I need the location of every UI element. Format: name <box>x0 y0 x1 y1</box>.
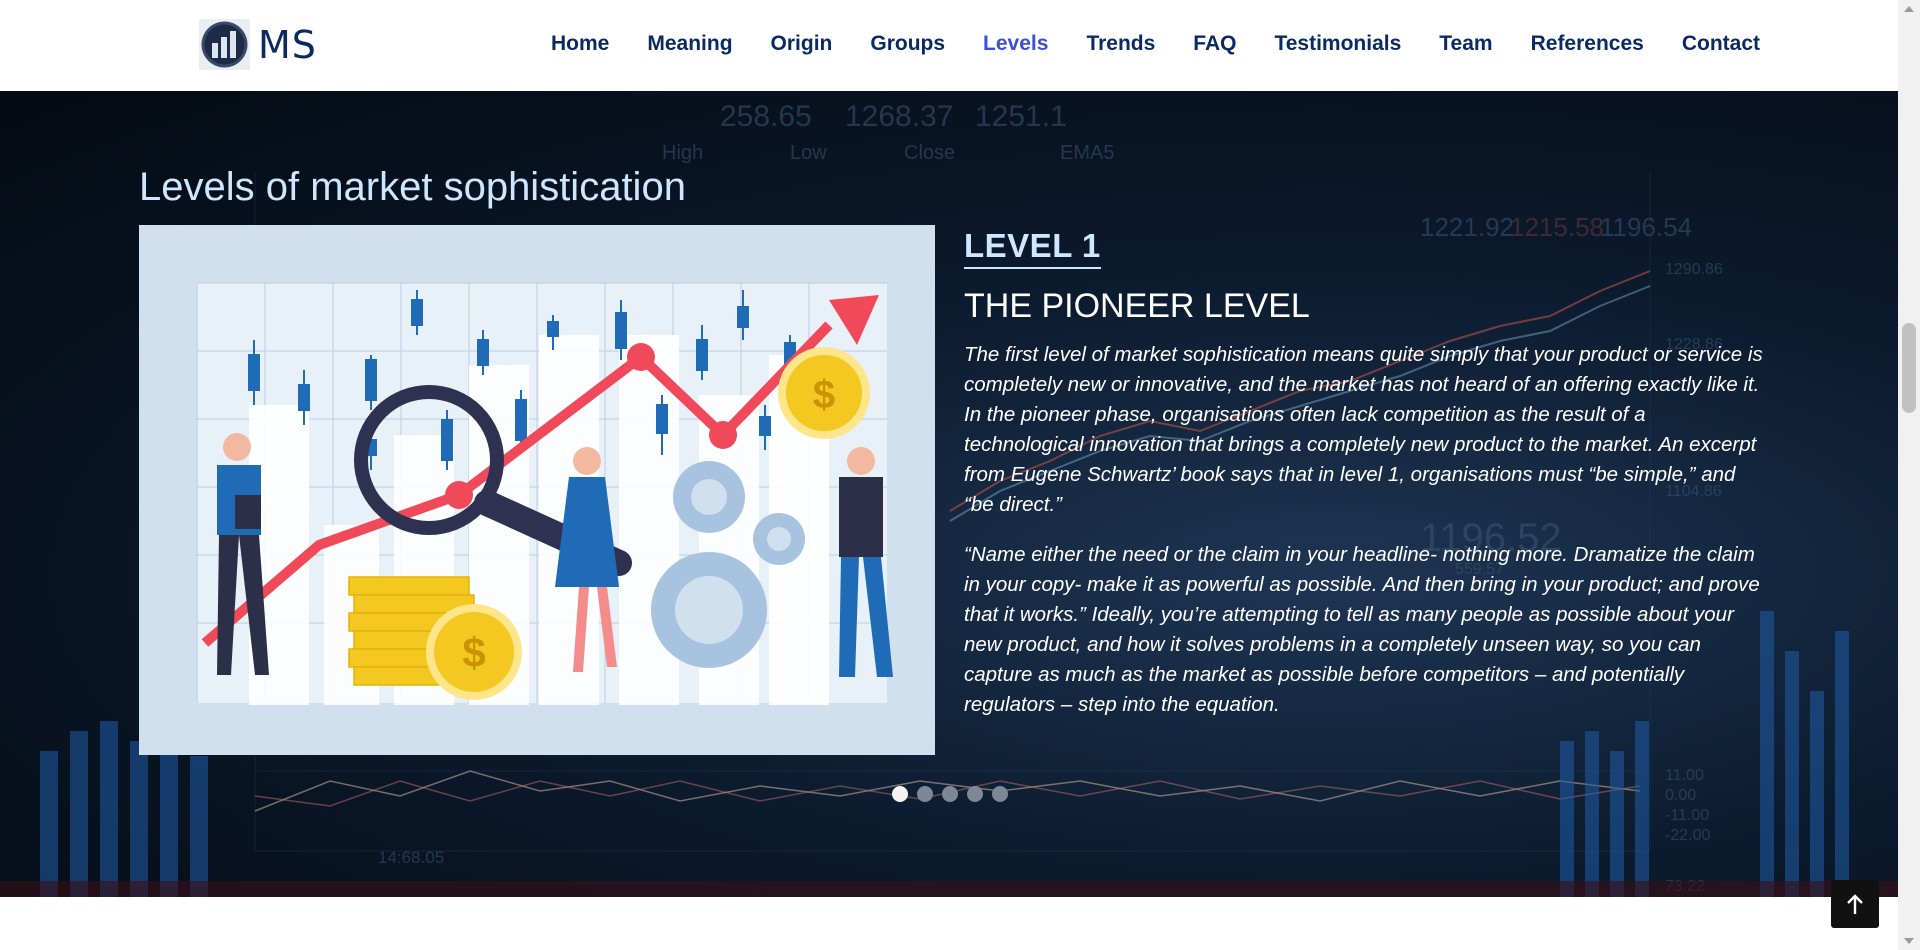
nav-testimonials[interactable]: Testimonials <box>1274 29 1401 59</box>
nav-trends[interactable]: Trends <box>1086 29 1155 59</box>
bg-col-4: EMA5 <box>1060 142 1114 164</box>
carousel-indicators <box>892 786 1008 802</box>
nav-contact[interactable]: Contact <box>1682 29 1760 59</box>
nav-meaning[interactable]: Meaning <box>647 29 732 59</box>
level-title: THE PIONEER LEVEL <box>964 287 1310 325</box>
slide-illustration: $ $ <box>139 225 935 755</box>
carousel-dot-3[interactable] <box>942 786 958 802</box>
nav-home[interactable]: Home <box>551 29 609 59</box>
levels-section: 258.65 1268.37 1251.1 High Low Close EMA… <box>0 91 1898 897</box>
nav-origin[interactable]: Origin <box>771 29 833 59</box>
level-label: LEVEL 1 <box>964 227 1101 269</box>
bg-lower-3: -11.00 <box>1665 807 1709 824</box>
bg-price-3: 1251.1 <box>975 100 1067 133</box>
carousel-dot-2[interactable] <box>917 786 933 802</box>
brand-logo[interactable]: MS <box>199 19 317 70</box>
scroll-top-button[interactable] <box>1831 880 1879 928</box>
carousel-dot-5[interactable] <box>992 786 1008 802</box>
slide-paragraph-2: “Name either the need or the claim in yo… <box>964 543 1760 716</box>
slide-paragraph-1: The first level of market sophistication… <box>964 343 1763 516</box>
slide-content: LEVEL 1 THE PIONEER LEVEL The first leve… <box>964 227 1764 720</box>
nav-levels[interactable]: Levels <box>983 29 1048 59</box>
carousel-dot-4[interactable] <box>967 786 983 802</box>
bg-col-2: Low <box>790 142 827 164</box>
brand-name: MS <box>258 22 317 67</box>
nav-references[interactable]: References <box>1531 29 1644 59</box>
bg-lower-1: 11.00 <box>1665 767 1704 784</box>
svg-text:$: $ <box>813 373 835 417</box>
scroll-up-arrow-icon[interactable] <box>1904 6 1914 12</box>
bg-price-2: 1268.37 <box>845 100 953 133</box>
nav-groups[interactable]: Groups <box>870 29 945 59</box>
main-nav: Home Meaning Origin Groups Levels Trends… <box>513 29 1760 59</box>
carousel-dot-1[interactable] <box>892 786 908 802</box>
arrow-up-icon <box>1847 894 1863 914</box>
bg-col-1: High <box>662 142 703 164</box>
bg-lower-4: -22.00 <box>1665 827 1710 844</box>
page-scrollbar[interactable] <box>1898 0 1920 950</box>
bg-price-1: 258.65 <box>720 100 812 133</box>
bg-col-3: Close <box>904 142 955 164</box>
section-title: Levels of market sophistication <box>139 165 686 209</box>
bar-chart-logo-icon <box>199 19 250 70</box>
scroll-down-arrow-icon[interactable] <box>1904 938 1914 944</box>
market-growth-illustration: $ $ <box>139 225 935 755</box>
scrollbar-thumb[interactable] <box>1902 323 1916 413</box>
bg-lower-2: 0.00 <box>1665 787 1696 804</box>
nav-team[interactable]: Team <box>1439 29 1492 59</box>
site-header: MS Home Meaning Origin Groups Levels Tre… <box>0 0 1898 91</box>
nav-faq[interactable]: FAQ <box>1193 29 1236 59</box>
svg-text:$: $ <box>462 629 485 676</box>
bg-time: 14:68.05 <box>378 848 444 867</box>
next-section-edge <box>0 897 1898 950</box>
